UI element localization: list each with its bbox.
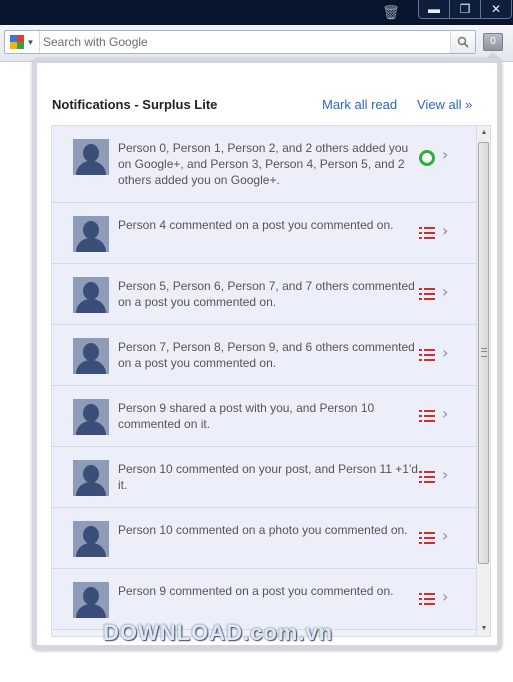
search-input[interactable] xyxy=(43,33,443,51)
avatar xyxy=(73,582,109,618)
trash-icon[interactable]: 🗑 xyxy=(382,4,400,21)
notification-item[interactable]: Person 10 commented on a photo you comme… xyxy=(52,508,476,569)
search-button[interactable] xyxy=(450,31,475,53)
view-all-link[interactable]: View all » xyxy=(417,97,472,112)
chevron-right-icon[interactable]: › xyxy=(442,145,448,164)
chevron-right-icon[interactable]: › xyxy=(442,465,448,484)
notification-text: Person 7, Person 8, Person 9, and 6 othe… xyxy=(118,340,415,370)
notification-text: Person 9 shared a post with you, and Per… xyxy=(118,401,375,431)
avatar xyxy=(73,460,109,496)
list-icon xyxy=(419,532,435,545)
chevron-down-icon: ▼ xyxy=(26,37,35,47)
google-logo-icon xyxy=(9,35,24,49)
chevron-right-icon[interactable]: › xyxy=(442,221,448,240)
avatar xyxy=(73,399,109,435)
list-icon xyxy=(419,349,435,362)
circle-icon xyxy=(419,150,435,166)
close-button[interactable]: ✕ xyxy=(481,0,511,18)
avatar xyxy=(73,139,109,175)
chevron-right-icon[interactable]: › xyxy=(442,587,448,606)
notification-text: Person 0, Person 1, Person 2, and 2 othe… xyxy=(118,141,409,187)
notification-item[interactable]: Person 4 commented on a post you comment… xyxy=(52,203,476,264)
restore-button[interactable]: ❐ xyxy=(450,0,481,18)
notification-item[interactable]: Person 0, Person 1, Person 2, and 2 othe… xyxy=(52,126,476,203)
notification-item[interactable]: Person 10 commented on your post, and Pe… xyxy=(52,447,476,508)
popup-title: Notifications - Surplus Lite xyxy=(52,97,218,112)
scrollbar-thumb[interactable] xyxy=(478,142,489,564)
list-icon xyxy=(419,410,435,423)
search-engine-selector[interactable]: ▼ xyxy=(5,31,40,53)
notification-item[interactable]: Person 7, Person 8, Person 9, and 6 othe… xyxy=(52,325,476,386)
window-titlebar: 🗑 ▬ ❐ ✕ xyxy=(0,0,513,25)
scrollbar[interactable]: ▲ ▼ xyxy=(476,126,490,636)
watermark: DOWNLOAD.com.vn xyxy=(103,620,334,645)
chevron-right-icon[interactable]: › xyxy=(442,404,448,423)
notification-text: Person 4 commented on a post you comment… xyxy=(118,218,394,232)
notification-item[interactable]: Person 5, Person 6, Person 7, and 7 othe… xyxy=(52,264,476,325)
avatar xyxy=(73,338,109,374)
chevron-right-icon[interactable]: › xyxy=(442,526,448,545)
avatar xyxy=(73,521,109,557)
notifications-popup: Notifications - Surplus Lite Mark all re… xyxy=(32,58,502,650)
browser-toolbar: ▼ 0 xyxy=(0,25,513,62)
minimize-button[interactable]: ▬ xyxy=(419,0,450,18)
notification-text: Person 9 commented on a post you comment… xyxy=(118,584,394,598)
notification-list: Person 0, Person 1, Person 2, and 2 othe… xyxy=(51,125,491,637)
list-icon xyxy=(419,471,435,484)
search-box: ▼ xyxy=(4,30,476,54)
notification-item[interactable]: Person 9 shared a post with you, and Per… xyxy=(52,386,476,447)
list-icon xyxy=(419,288,435,301)
avatar xyxy=(73,216,109,252)
list-icon xyxy=(419,227,435,240)
window-controls: ▬ ❐ ✕ xyxy=(418,0,512,19)
scroll-down-arrow-icon[interactable]: ▼ xyxy=(477,622,490,636)
list-icon xyxy=(419,593,435,606)
avatar xyxy=(73,277,109,313)
notification-text: Person 5, Person 6, Person 7, and 7 othe… xyxy=(118,279,415,309)
notification-text: Person 10 commented on your post, and Pe… xyxy=(118,462,418,492)
chevron-right-icon[interactable]: › xyxy=(442,343,448,362)
mark-all-read-link[interactable]: Mark all read xyxy=(322,97,397,112)
extension-button[interactable]: 0 xyxy=(483,33,503,51)
magnifier-icon xyxy=(457,36,469,48)
chevron-right-icon[interactable]: › xyxy=(442,282,448,301)
notification-text: Person 10 commented on a photo you comme… xyxy=(118,523,408,537)
scroll-up-arrow-icon[interactable]: ▲ xyxy=(477,126,490,140)
